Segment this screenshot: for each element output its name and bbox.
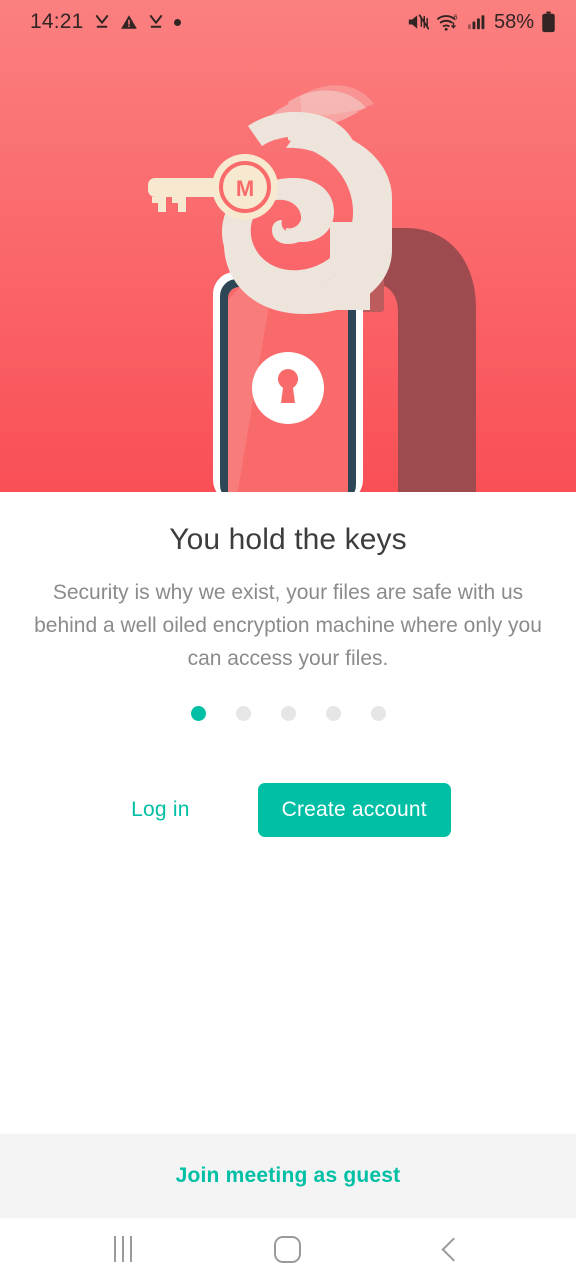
page-indicator[interactable] [190,703,386,723]
status-bar: 14:21 6 58% [0,0,576,44]
page-title: You hold the keys [169,523,407,556]
svg-text:6: 6 [453,12,457,21]
android-navigation-bar [0,1218,576,1280]
hand-holding-mega-key-with-locked-phone-illustration: M [148,85,476,492]
warning-triangle-icon [120,15,137,29]
download-complete-icon [95,15,108,28]
status-bar-right: 6 58% [407,11,556,34]
page-dot-3[interactable] [280,705,296,721]
action-buttons: Log in Create account [0,783,576,837]
page-description: Security is why we exist, your files are… [34,581,542,670]
onboarding-screen: 14:21 6 58% M You hold the keys Security… [0,0,576,1280]
page-dot-1[interactable] [190,705,206,721]
recents-icon [113,1236,132,1262]
join-meeting-as-guest-button[interactable]: Join meeting as guest [176,1164,401,1188]
create-account-button[interactable]: Create account [257,783,451,837]
home-button[interactable] [243,1225,333,1273]
recents-button[interactable] [78,1225,168,1273]
page-dot-4[interactable] [325,705,341,721]
back-button[interactable] [408,1225,498,1273]
page-dot-2[interactable] [235,705,251,721]
dot-indicator-icon [173,18,181,26]
battery-icon [542,11,555,33]
wrist-icon [330,222,370,310]
join-meeting-bar[interactable]: Join meeting as guest [0,1134,576,1218]
download-complete-icon [149,15,162,28]
home-icon [274,1235,302,1263]
key-tooth-icon [172,197,186,212]
key-tooth-icon [152,197,166,212]
cellular-signal-icon [467,15,485,30]
hero-illustration-area: 14:21 6 58% M [0,0,576,492]
wifi-6-icon: 6 [437,12,457,31]
battery-percent-label: 58% [493,10,534,33]
page-dot-5[interactable] [370,705,386,721]
back-icon [441,1236,466,1262]
status-bar-left: 14:21 [30,10,181,34]
login-button[interactable]: Log in [125,786,195,834]
hand-motion-blur-outer-icon [300,85,374,116]
status-bar-clock: 14:21 [30,10,84,33]
mute-icon [408,14,429,30]
key-mega-letter: M [236,176,254,201]
onboarding-content: You hold the keys Security is why we exi… [0,492,576,1134]
